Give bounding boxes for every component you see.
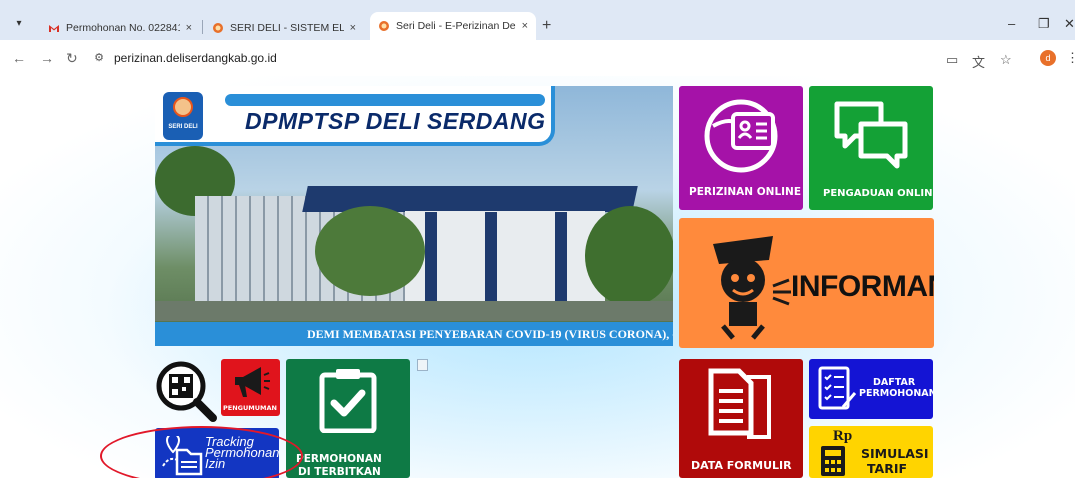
permohonan-terbitkan-tile[interactable]: PERMOHONAN DI TERBITKAN	[286, 359, 410, 478]
restore-button[interactable]: ❐	[1038, 16, 1050, 32]
mascot-informan-icon	[713, 236, 791, 340]
marquee-bar: DEMI MEMBATASI PENYEBARAN COVID-19 (VIRU…	[155, 322, 673, 346]
seri-deli-logo: SERI DELI	[163, 92, 203, 140]
translate-icon[interactable]: 文	[972, 52, 985, 71]
documents-icon	[708, 368, 771, 439]
close-tab-icon[interactable]: ×	[186, 22, 192, 34]
bookmark-star-icon[interactable]: ☆	[1000, 52, 1012, 68]
globe-id-card-icon	[704, 99, 778, 173]
palm-tree	[315, 206, 425, 296]
tile-label: DATA FORMULIR	[691, 459, 792, 472]
new-tab-button[interactable]: +	[542, 17, 551, 35]
tab-search-chevron-icon[interactable]: ▾	[10, 15, 28, 33]
gmail-icon	[49, 24, 59, 32]
minimize-button[interactable]: –	[1008, 16, 1015, 31]
tab-title: Permohonan No. 022841110110	[66, 21, 180, 34]
tile-label: PENGADUAN ONLINE	[823, 188, 933, 199]
tab-title: SERI DELI - SISTEM ELEKTRONIK	[230, 21, 344, 34]
banner-header: SERI DELI DPMPTSP DELI SERDANG	[155, 86, 555, 146]
broken-image-icon	[417, 359, 428, 371]
logo-label: SERI DELI	[168, 124, 198, 130]
browser-toolbar: ← → ↻ ⚙ perizinan.deliserdangkab.go.id ▭…	[0, 40, 1075, 76]
close-tab-icon[interactable]: ×	[350, 22, 356, 34]
chat-bubbles-icon	[834, 101, 908, 169]
checklist-icon	[818, 366, 857, 410]
close-tab-icon[interactable]: ×	[522, 20, 528, 32]
tree-decoration	[585, 206, 673, 306]
banner-accent-bar	[225, 94, 545, 106]
tile-label: DI TERBITKAN	[298, 466, 381, 478]
tab-seri-deli-perizinan[interactable]: Seri Deli - E-Perizinan Deli Serdang ×	[370, 12, 536, 40]
tab-separator	[202, 20, 203, 34]
cast-icon[interactable]: ▭	[946, 52, 958, 68]
tile-label: PERIZINAN ONLINE	[689, 186, 802, 198]
perizinan-online-tile[interactable]: PERIZINAN ONLINE	[679, 86, 803, 210]
menu-kebab-icon[interactable]: ⋮	[1066, 50, 1075, 66]
site-info-icon[interactable]: ⚙	[88, 47, 110, 69]
tile-label: INFORMAN	[791, 270, 934, 303]
page-content: SERI DELI DPMPTSP DELI SERDANG DEMI MEMB…	[0, 76, 1075, 478]
qr-search-icon[interactable]	[155, 360, 217, 422]
tile-label: TARIF	[867, 461, 908, 476]
forward-arrow-icon[interactable]: →	[40, 50, 54, 66]
seri-deli-icon	[213, 22, 223, 33]
address-bar[interactable]: ⚙ perizinan.deliserdangkab.go.id	[88, 45, 988, 71]
building-column	[485, 212, 497, 302]
tab-title: Seri Deli - E-Perizinan Deli Serdang	[396, 20, 516, 32]
seri-deli-icon	[379, 21, 389, 31]
url-text: perizinan.deliserdangkab.go.id	[114, 51, 277, 65]
building-column	[425, 212, 437, 302]
reload-icon[interactable]: ↻	[66, 50, 78, 67]
tile-label: SIMULASI	[861, 446, 929, 461]
pengumuman-tile[interactable]: PENGUMUMAN	[221, 359, 280, 416]
hero-banner: SERI DELI DPMPTSP DELI SERDANG DEMI MEMB…	[155, 86, 673, 346]
back-arrow-icon[interactable]: ←	[12, 50, 26, 66]
close-window-button[interactable]: ✕	[1064, 16, 1075, 32]
data-formulir-tile[interactable]: DATA FORMULIR	[679, 359, 803, 478]
mascot-face	[173, 97, 193, 117]
rupiah-symbol: Rp	[833, 428, 853, 444]
megaphone-icon	[235, 367, 270, 397]
pengaduan-online-tile[interactable]: PENGADUAN ONLINE	[809, 86, 933, 210]
daftar-permohonan-tile[interactable]: DAFTAR PERMOHONAN	[809, 359, 933, 419]
tab-seri-deli-sistem[interactable]: SERI DELI - SISTEM ELEKTRONIK ×	[204, 15, 364, 40]
simulasi-tarif-tile[interactable]: Rp SIMULASI TARIF	[809, 426, 933, 478]
profile-avatar[interactable]: d	[1040, 50, 1056, 66]
ground	[155, 301, 673, 321]
red-annotation-ellipse	[100, 426, 303, 478]
tile-label: PERMOHONAN	[296, 453, 382, 465]
banner-title: DPMPTSP DELI SERDANG	[245, 108, 546, 134]
clipboard-check-icon	[319, 369, 377, 433]
tile-label: PENGUMUMAN	[223, 404, 277, 412]
tab-gmail-permohonan[interactable]: Permohonan No. 022841110110 ×	[40, 15, 200, 40]
building-column	[555, 212, 567, 302]
tile-label: DAFTAR	[873, 377, 916, 388]
tile-label: PERMOHONAN	[859, 388, 933, 399]
marquee-text: DEMI MEMBATASI PENYEBARAN COVID-19 (VIRU…	[307, 327, 673, 341]
informan-tile[interactable]: INFORMAN	[679, 218, 934, 348]
tab-strip: ▾ Permohonan No. 022841110110 × SERI DEL…	[0, 0, 1075, 40]
